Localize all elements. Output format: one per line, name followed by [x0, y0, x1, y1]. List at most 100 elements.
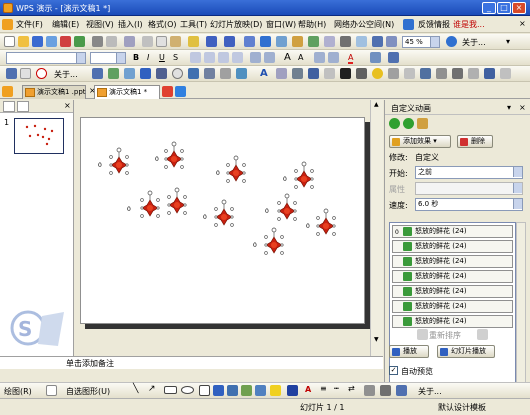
flower-10[interactable]: [264, 227, 284, 255]
tab-x-icon[interactable]: [162, 86, 173, 97]
autoshape-menu[interactable]: 自选图形(U): [66, 386, 110, 397]
italic-icon[interactable]: I: [147, 53, 149, 62]
scroll-up-icon[interactable]: ▲: [374, 101, 379, 108]
slide-thumbnail[interactable]: [14, 118, 64, 154]
add-effect-button[interactable]: 添加效果 ▾: [389, 135, 451, 148]
shape-a-icon[interactable]: [276, 68, 287, 79]
minimize-button[interactable]: _: [482, 2, 496, 14]
list-item[interactable]: 怒放的鲜花 (24): [392, 315, 513, 328]
decrease-indent-icon[interactable]: [314, 52, 325, 63]
slideshow-button[interactable]: 幻灯片播放: [437, 345, 495, 358]
shape-d-icon[interactable]: [324, 68, 335, 79]
delete-button[interactable]: 删除: [457, 135, 493, 148]
sound-icon[interactable]: [204, 68, 215, 79]
panel-dropdown-icon[interactable]: ▾: [507, 103, 511, 112]
save-icon[interactable]: [32, 36, 43, 47]
grid-icon[interactable]: [308, 36, 319, 47]
new-tab-icon[interactable]: [175, 86, 186, 97]
cut-icon[interactable]: [142, 36, 153, 47]
start-select[interactable]: 之前: [415, 166, 523, 179]
line-icon[interactable]: ╲: [133, 384, 138, 394]
panel-close-icon[interactable]: ×: [519, 103, 526, 112]
play-button[interactable]: 播放: [389, 345, 429, 358]
table-icon[interactable]: [260, 36, 271, 47]
tab-document[interactable]: 演示文稿1 *: [94, 85, 160, 99]
diagram-icon[interactable]: [156, 68, 167, 79]
menu-view[interactable]: 视图(V): [86, 19, 114, 30]
outline-tab[interactable]: [3, 101, 15, 112]
menu-network[interactable]: 网络办公空间(N): [334, 19, 394, 30]
select-icon[interactable]: [20, 68, 31, 79]
tabs-menu-icon[interactable]: [2, 86, 13, 97]
picture-icon[interactable]: [292, 36, 303, 47]
shape-j-icon[interactable]: [436, 68, 447, 79]
notes-pane[interactable]: 单击添加备注: [0, 356, 383, 369]
align-icon[interactable]: [396, 385, 407, 396]
menu-window[interactable]: 窗口(W): [266, 19, 296, 30]
redo-icon[interactable]: [224, 36, 235, 47]
mail-icon[interactable]: [46, 36, 57, 47]
list-item[interactable]: 怒放的鲜花 (24): [392, 285, 513, 298]
menu-help[interactable]: 帮助(H): [298, 19, 326, 30]
shape-g-icon[interactable]: [388, 68, 399, 79]
property-select[interactable]: [415, 182, 523, 195]
layout-icon[interactable]: [372, 36, 383, 47]
pdf-icon[interactable]: [60, 36, 71, 47]
font-size-select[interactable]: [90, 52, 126, 64]
flower-2[interactable]: [164, 141, 184, 169]
paste-icon[interactable]: [170, 36, 181, 47]
shape-b-icon[interactable]: [292, 68, 303, 79]
close-button[interactable]: ×: [512, 2, 526, 14]
move-down-icon[interactable]: [477, 329, 488, 340]
spell-icon[interactable]: [124, 36, 135, 47]
shape-f-icon[interactable]: [356, 68, 367, 79]
expand-icon[interactable]: [340, 36, 351, 47]
no-icon[interactable]: [36, 68, 47, 79]
dash-style-icon[interactable]: ┅: [334, 384, 339, 393]
clipart-icon[interactable]: [108, 68, 119, 79]
oval-icon[interactable]: [181, 386, 194, 394]
textbox-icon[interactable]: [199, 385, 210, 396]
shrink-font-icon[interactable]: A: [298, 53, 303, 62]
arrow-style-icon[interactable]: ⇄: [348, 384, 355, 393]
shadow-style-icon[interactable]: [364, 385, 375, 396]
slide-scrollbar[interactable]: ▲ ▼: [370, 100, 383, 356]
list-item[interactable]: 怒放的鲜花 (24): [392, 240, 513, 253]
scroll-down-icon[interactable]: ▼: [374, 336, 379, 343]
arrow-icon[interactable]: ↗: [148, 384, 156, 394]
underline-icon[interactable]: U: [159, 53, 165, 62]
menu-close-icon[interactable]: ×: [519, 19, 526, 28]
slides-tab[interactable]: [17, 101, 29, 112]
showformat-icon[interactable]: [356, 36, 367, 47]
align-center-icon[interactable]: [204, 52, 215, 63]
move-up-icon[interactable]: [417, 329, 428, 340]
picture2-icon[interactable]: [255, 385, 266, 396]
chart-icon[interactable]: [276, 36, 287, 47]
list-item[interactable]: 0 怒放的鲜花 (24): [392, 225, 513, 238]
export-icon[interactable]: [74, 36, 85, 47]
3d-style-icon[interactable]: [380, 385, 391, 396]
help-icon[interactable]: [446, 36, 457, 47]
undo-icon[interactable]: [206, 36, 217, 47]
promo-link[interactable]: 谁是我...: [453, 19, 485, 30]
autopreview-checkbox[interactable]: ✓: [389, 366, 398, 375]
flower-3[interactable]: [226, 155, 246, 183]
copy-icon[interactable]: [156, 36, 167, 47]
shadow-icon[interactable]: S: [173, 53, 178, 62]
list-item[interactable]: 怒放的鲜花 (24): [392, 270, 513, 283]
menu-file[interactable]: 文件(F): [16, 19, 43, 30]
print-icon[interactable]: [92, 36, 103, 47]
flower-7[interactable]: [214, 199, 234, 227]
list-item[interactable]: 怒放的鲜花 (24): [392, 255, 513, 268]
menu-format[interactable]: 格式(O): [148, 19, 177, 30]
shape-h-icon[interactable]: [404, 68, 415, 79]
align-right-icon[interactable]: [218, 52, 229, 63]
shape-l-icon[interactable]: [468, 68, 479, 79]
hyperlink-icon[interactable]: [244, 36, 255, 47]
image-icon[interactable]: [124, 68, 135, 79]
feedback-link[interactable]: 反馈情报: [418, 19, 450, 30]
flower-1[interactable]: [109, 147, 129, 175]
shape-m-icon[interactable]: [484, 68, 495, 79]
diagram2-icon[interactable]: [227, 385, 238, 396]
preview-icon[interactable]: [106, 36, 117, 47]
